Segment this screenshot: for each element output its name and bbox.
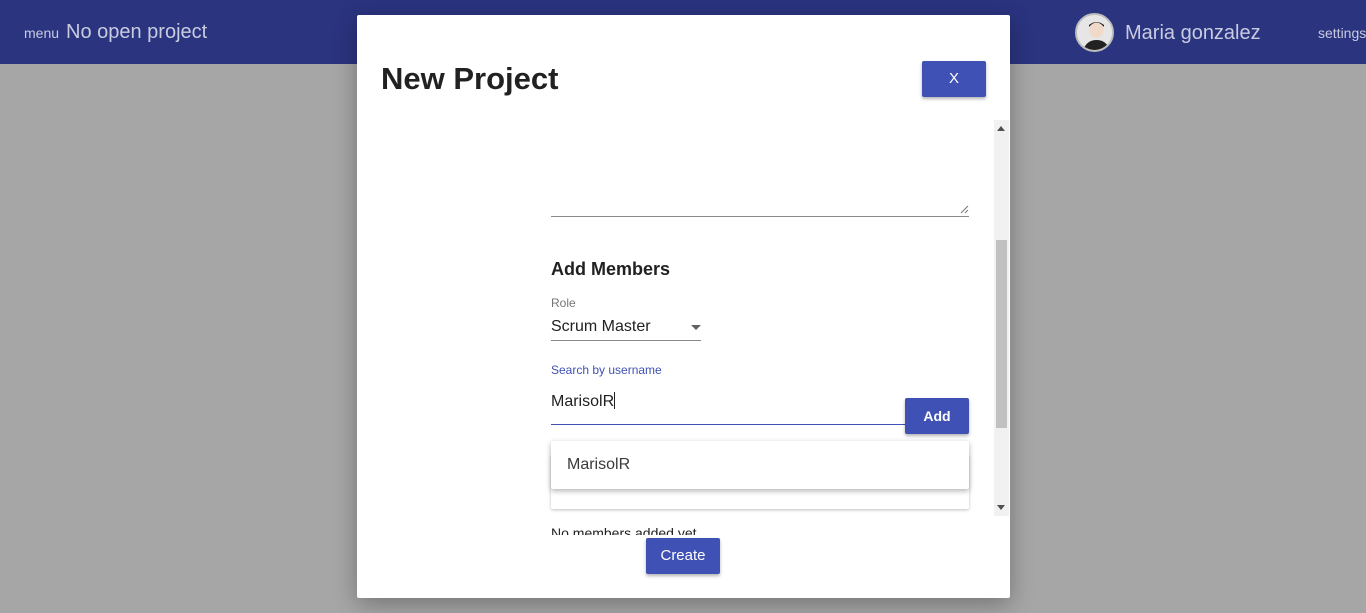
resize-grip-icon[interactable] <box>959 204 969 214</box>
user-avatar[interactable] <box>1075 13 1114 52</box>
scrollbar[interactable] <box>994 120 1009 516</box>
user-avatar-icon <box>1077 15 1112 50</box>
current-project-title: No open project <box>66 21 208 43</box>
create-button[interactable]: Create <box>646 538 720 574</box>
role-label: Role <box>551 296 576 310</box>
autocomplete-panel: MarisolR <box>551 441 969 489</box>
scroll-down-arrow-icon[interactable] <box>997 505 1005 510</box>
user-name[interactable]: Maria gonzalez <box>1125 22 1261 45</box>
dialog-scroll-area: Add Members Role Scrum Master Search by … <box>357 120 1010 535</box>
chevron-down-icon <box>691 325 701 330</box>
menu-button[interactable]: menu <box>24 25 59 41</box>
settings-button[interactable]: settings <box>1318 25 1366 41</box>
add-members-heading: Add Members <box>551 259 671 279</box>
role-selected-value: Scrum Master <box>551 318 651 335</box>
scrollbar-thumb[interactable] <box>996 240 1007 428</box>
search-input-value: MarisolR <box>551 392 616 410</box>
add-member-button[interactable]: Add <box>905 398 969 434</box>
dialog-title: New Project <box>381 61 559 96</box>
description-textarea[interactable] <box>551 216 969 217</box>
search-label: Search by username <box>551 363 662 377</box>
role-select[interactable]: Scrum Master <box>551 315 701 341</box>
close-button[interactable]: X <box>922 61 986 97</box>
autocomplete-option[interactable]: MarisolR <box>567 456 630 474</box>
new-project-dialog: New Project X Add Members Role Scrum Mas… <box>357 15 1010 598</box>
text-cursor <box>614 392 616 409</box>
no-members-text: No members added yet <box>551 525 697 535</box>
scroll-up-arrow-icon[interactable] <box>997 126 1005 131</box>
